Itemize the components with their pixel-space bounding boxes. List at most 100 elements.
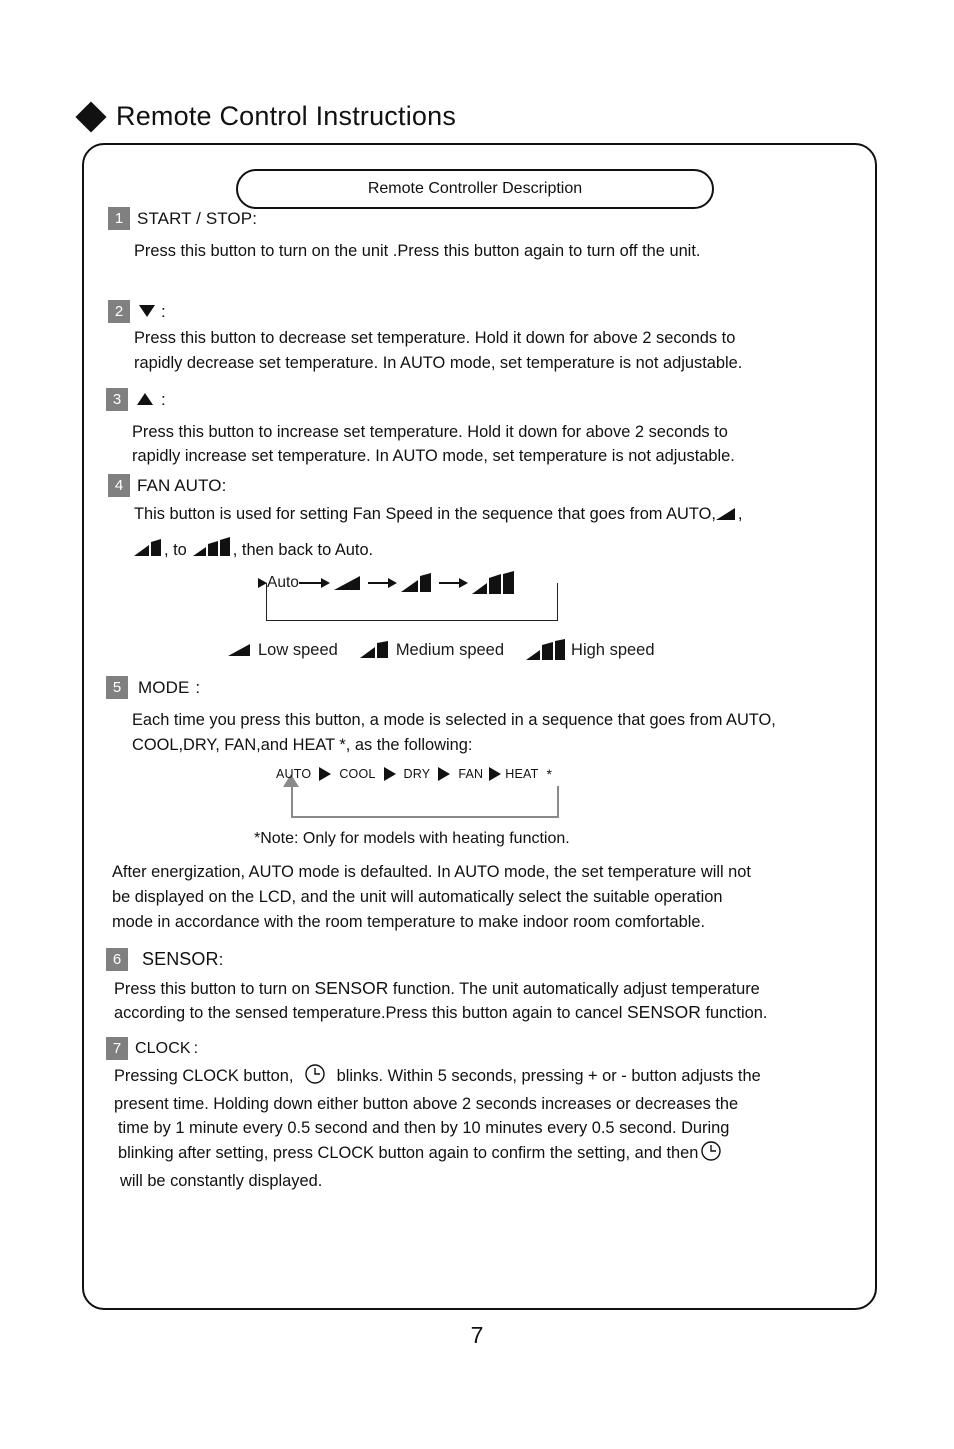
section-5-heading: 5 MODE : — [106, 676, 879, 699]
medium-fan-icon — [134, 539, 164, 557]
section-6-line-2-strong: SENSOR — [627, 1002, 701, 1022]
page-number: 7 — [470, 1322, 484, 1348]
mode-item-fan: FAN — [458, 767, 484, 781]
section-7-line-4-a: blinking after setting, press CLOCK butt… — [118, 1144, 699, 1162]
section-6-line-2-a: according to the sensed temperature. — [114, 1004, 386, 1022]
section-7-label: CLOCK — [135, 1039, 191, 1057]
fan-speed-sequence-diagram: Auto — [258, 571, 588, 633]
high-fan-icon — [192, 537, 233, 557]
triangle-up-icon — [137, 393, 153, 405]
section-6-label: SENSOR — [142, 949, 219, 969]
clock-icon — [304, 1063, 326, 1092]
section-4-heading: 4 FAN AUTO : — [108, 474, 879, 497]
low-fan-icon — [715, 507, 738, 521]
section-7-line-1-a: Pressing CLOCK button, — [114, 1067, 294, 1085]
section-2-body-line-2: rapidly decrease set temperature. In AUT… — [134, 354, 743, 372]
section-2-body-line-1: Press this button to decrease set temper… — [134, 329, 736, 347]
section-6-body-line-2: according to the sensed temperature.Pres… — [114, 1001, 879, 1025]
low-fan-icon — [228, 643, 254, 657]
section-1-label: START / STOP — [137, 208, 253, 228]
section-3-heading: 3 : — [106, 388, 879, 411]
clock-icon — [700, 1140, 722, 1169]
section-6-line-1-a: Press this button to turn on — [114, 980, 310, 998]
section-3-colon: : — [161, 389, 166, 409]
section-1-colon: : — [252, 208, 257, 228]
section-5-body-line-2: COOL,DRY, FAN,and HEAT *, as the followi… — [132, 736, 473, 754]
mode-heat-asterisk: * — [546, 766, 553, 782]
legend-label-low: Low speed — [258, 640, 338, 659]
instructions-panel: Remote Controller Description 1 START / … — [82, 143, 877, 1310]
section-4-label: FAN AUTO — [137, 475, 222, 495]
section-6-line-1-strong: SENSOR — [314, 978, 389, 998]
section-1-body: Press this button to turn on the unit .P… — [134, 242, 701, 260]
section-4-body-line-1-comma: , — [737, 505, 743, 523]
section-7-heading: 7 CLOCK : — [106, 1037, 879, 1060]
section-mode: 5 MODE : Each time you press this button… — [106, 676, 879, 935]
section-number-badge: 1 — [108, 207, 130, 230]
high-fan-icon — [471, 571, 518, 595]
mode-item-dry: DRY — [403, 767, 431, 781]
legend-label-high: High speed — [571, 640, 655, 659]
fan-speed-legend: Low speed Medium speed High speed — [228, 639, 879, 661]
section-7-body-line-5: will be constantly displayed. — [120, 1172, 323, 1190]
section-5-after-line-1: After energization, AUTO mode is default… — [112, 863, 751, 881]
section-1-heading: 1 START / STOP : — [108, 207, 879, 230]
arrow-right-icon — [438, 767, 451, 781]
fan-sequence-row: Auto — [258, 571, 518, 595]
section-4-body-line-2: , to , then back to Auto. — [134, 537, 879, 563]
section-number-badge: 7 — [106, 1037, 128, 1060]
page-title-row: Remote Control Instructions — [75, 100, 457, 133]
section-6-line-1-b: function. The unit automatically adjust … — [392, 980, 760, 998]
section-3-body-line-2: rapidly increase set temperature. In AUT… — [132, 447, 735, 465]
triangle-down-icon — [139, 304, 155, 317]
section-7-body-line-3: time by 1 minute every 0.5 second and th… — [118, 1119, 730, 1137]
section-7-body-line-2: present time. Holding down either button… — [114, 1095, 739, 1113]
header-pill-label: Remote Controller Description — [367, 180, 583, 197]
mode-item-heat: HEAT — [505, 767, 539, 781]
section-number-badge: 3 — [106, 388, 128, 411]
mode-sequence-diagram: AUTO COOL DRY FAN HEAT * — [276, 766, 606, 826]
section-number-badge: 5 — [106, 676, 128, 699]
section-7-body-line-1: Pressing CLOCK button, blinks. Within 5 … — [114, 1063, 879, 1092]
page-title: Remote Control Instructions — [116, 101, 457, 131]
legend-item-low: Low speed — [228, 641, 338, 660]
sequence-line — [298, 582, 321, 584]
section-5-label: MODE — [138, 677, 190, 697]
section-6-heading: 6 SENSOR : — [106, 948, 879, 971]
section-6-body-line-1: Press this button to turn on SENSOR func… — [114, 977, 879, 1001]
legend-item-high: High speed — [526, 639, 655, 661]
section-2-colon: : — [161, 301, 166, 321]
mode-heating-note: *Note: Only for models with heating func… — [254, 830, 570, 847]
arrow-right-icon — [458, 578, 468, 588]
sequence-line — [438, 582, 459, 584]
section-7-body-line-4: blinking after setting, press CLOCK butt… — [118, 1140, 879, 1169]
sequence-line — [367, 582, 388, 584]
mode-sequence-row: AUTO COOL DRY FAN HEAT * — [276, 766, 552, 782]
section-7-colon: : — [193, 1039, 199, 1057]
medium-fan-icon — [400, 573, 435, 593]
section-6-colon: : — [218, 949, 224, 969]
arrow-right-icon — [320, 578, 330, 588]
section-7-line-1-b: blinks. Within 5 seconds, pressing + or … — [336, 1067, 761, 1085]
section-clock: 7 CLOCK : Pressing CLOCK button, blinks.… — [106, 1037, 879, 1193]
section-4-colon: : — [221, 475, 227, 495]
arrow-right-icon — [319, 767, 332, 781]
arrow-right-icon — [258, 578, 267, 588]
section-5-body-line-1: Each time you press this button, a mode … — [132, 711, 776, 729]
section-number-badge: 6 — [106, 948, 128, 971]
high-fan-icon — [526, 639, 568, 661]
fan-sequence-auto-label: Auto — [267, 574, 299, 591]
arrow-right-icon — [489, 767, 502, 781]
section-5-colon: : — [195, 677, 201, 697]
section-2-heading: 2 : — [108, 300, 879, 323]
legend-item-medium: Medium speed — [359, 640, 505, 660]
section-4-body-line-2-b: , then back to Auto. — [232, 541, 374, 559]
mode-sequence-loopback — [291, 786, 559, 818]
mode-item-cool: COOL — [339, 767, 376, 781]
section-sensor: 6 SENSOR : Press this button to turn on … — [106, 948, 879, 1025]
section-temp-up: 3 : Press this button to increase set te… — [106, 388, 879, 468]
section-number-badge: 2 — [108, 300, 130, 323]
section-5-after-line-3: mode in accordance with the room tempera… — [112, 913, 706, 931]
legend-label-medium: Medium speed — [395, 640, 505, 659]
diamond-bullet-icon — [75, 100, 107, 133]
